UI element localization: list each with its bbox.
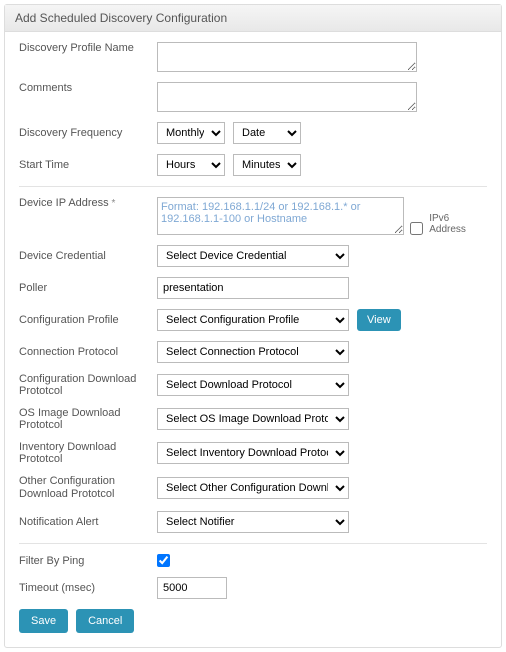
cfg-dl-protocol-label: Configuration Download Prototcol xyxy=(19,373,149,397)
notifier-label: Notification Alert xyxy=(19,516,149,528)
config-profile-select[interactable]: Select Configuration Profile xyxy=(157,309,349,331)
conn-protocol-select[interactable]: Select Connection Protocol xyxy=(157,341,349,363)
ip-address-input[interactable] xyxy=(157,197,404,235)
panel-title: Add Scheduled Discovery Configuration xyxy=(5,5,501,32)
credential-label: Device Credential xyxy=(19,250,149,262)
os-dl-protocol-label: OS Image Download Prototcol xyxy=(19,407,149,431)
profile-name-label: Discovery Profile Name xyxy=(19,42,149,54)
view-button[interactable]: View xyxy=(357,309,401,331)
panel-body: Discovery Profile Name Comments Discover… xyxy=(5,32,501,647)
comments-label: Comments xyxy=(19,82,149,94)
os-dl-protocol-select[interactable]: Select OS Image Download Protocol xyxy=(157,408,349,430)
start-minutes-select[interactable]: Minutes xyxy=(233,154,301,176)
ipv6-label: IPv6 Address xyxy=(429,213,487,235)
cancel-button[interactable]: Cancel xyxy=(76,609,134,633)
config-profile-label: Configuration Profile xyxy=(19,314,149,326)
inv-dl-protocol-label: Inventory Download Prototcol xyxy=(19,441,149,465)
divider xyxy=(19,186,487,187)
divider-2 xyxy=(19,543,487,544)
inv-dl-protocol-select[interactable]: Select Inventory Download Protocol xyxy=(157,442,349,464)
other-dl-protocol-select[interactable]: Select Other Configuration Download Pr xyxy=(157,477,349,499)
frequency-period-select[interactable]: Monthly xyxy=(157,122,225,144)
start-time-label: Start Time xyxy=(19,159,149,171)
ip-label: Device IP Address xyxy=(19,197,149,209)
credential-select[interactable]: Select Device Credential xyxy=(157,245,349,267)
comments-input[interactable] xyxy=(157,82,417,112)
profile-name-input[interactable] xyxy=(157,42,417,72)
notifier-select[interactable]: Select Notifier xyxy=(157,511,349,533)
other-dl-protocol-label: Other Configuration Download Prototcol xyxy=(19,475,149,501)
frequency-unit-select[interactable]: Date xyxy=(233,122,301,144)
conn-protocol-label: Connection Protocol xyxy=(19,346,149,358)
scheduled-discovery-panel: Add Scheduled Discovery Configuration Di… xyxy=(4,4,502,648)
frequency-label: Discovery Frequency xyxy=(19,127,149,139)
ipv6-checkbox[interactable] xyxy=(410,222,423,235)
timeout-label: Timeout (msec) xyxy=(19,582,149,594)
poller-label: Poller xyxy=(19,282,149,294)
timeout-input[interactable] xyxy=(157,577,227,599)
poller-input[interactable] xyxy=(157,277,349,299)
cfg-dl-protocol-select[interactable]: Select Download Protocol xyxy=(157,374,349,396)
filter-ping-label: Filter By Ping xyxy=(19,555,149,567)
save-button[interactable]: Save xyxy=(19,609,68,633)
filter-ping-checkbox[interactable] xyxy=(157,554,170,567)
start-hours-select[interactable]: Hours xyxy=(157,154,225,176)
